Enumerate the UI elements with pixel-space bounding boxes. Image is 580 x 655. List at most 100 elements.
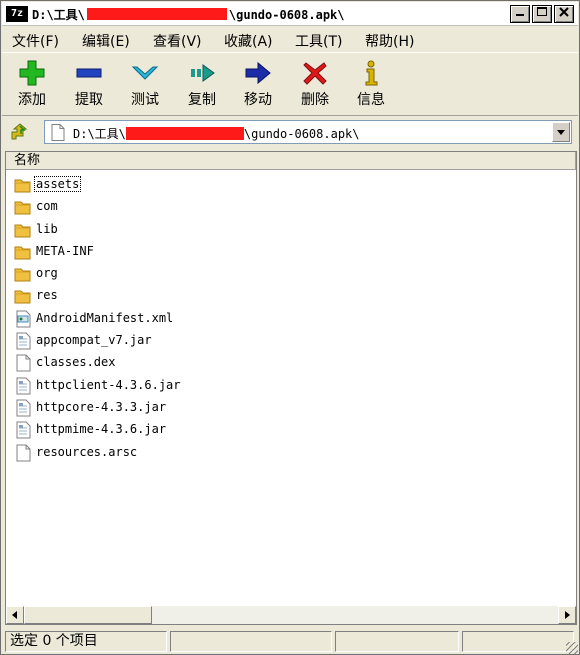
title-suffix: \gundo-0608.apk\: [228, 8, 345, 22]
title-prefix: D:\工具\: [32, 8, 85, 22]
list-item[interactable]: com: [6, 196, 576, 218]
test-button[interactable]: 测试: [120, 57, 170, 113]
delete-button[interactable]: 删除: [290, 57, 340, 113]
address-suffix: \gundo-0608.apk\: [243, 127, 360, 141]
scroll-thumb[interactable]: [24, 606, 152, 624]
status-cell-3: [335, 631, 459, 652]
list-item-name: lib: [36, 221, 58, 236]
close-icon: [559, 7, 569, 17]
menu-help[interactable]: 帮助(H): [365, 31, 414, 51]
jar-file-icon: [14, 399, 32, 420]
list-item[interactable]: org: [6, 263, 576, 285]
address-prefix: D:\工具\: [73, 127, 126, 141]
address-dropdown-button[interactable]: [552, 122, 570, 142]
list-item[interactable]: classes.dex: [6, 352, 576, 374]
folder-icon: [14, 287, 32, 308]
list-item-name: appcompat_v7.jar: [36, 333, 152, 348]
list-item[interactable]: META-INF: [6, 241, 576, 263]
redaction-bar: [86, 8, 227, 20]
jar-file-icon: [14, 377, 32, 398]
list-item-name: assets: [33, 176, 82, 192]
list-item-name: META-INF: [36, 243, 94, 258]
delete-icon: [303, 62, 327, 85]
maximize-button[interactable]: [532, 5, 552, 23]
list-item-name: httpmime-4.3.6.jar: [36, 422, 167, 437]
list-item[interactable]: lib: [6, 219, 576, 241]
status-cell-4: [462, 631, 574, 652]
list-item-name: httpclient-4.3.6.jar: [36, 377, 181, 392]
close-button[interactable]: [554, 5, 574, 23]
folder-icon: [14, 243, 32, 264]
address-field[interactable]: D:\工具\ \gundo-0608.apk\: [44, 120, 572, 144]
address-bar: D:\工具\ \gundo-0608.apk\: [2, 117, 578, 147]
menu-file[interactable]: 文件(F): [12, 31, 59, 51]
move-label: 移动: [244, 92, 272, 108]
folder-icon: [14, 221, 32, 242]
menu-edit[interactable]: 编辑(E): [82, 31, 130, 51]
status-selected: 选定 0 个项目: [5, 631, 167, 652]
extract-label: 提取: [75, 92, 103, 108]
menu-view[interactable]: 查看(V): [153, 31, 202, 51]
up-folder-button[interactable]: [10, 123, 30, 146]
list-item[interactable]: httpmime-4.3.6.jar: [6, 419, 576, 441]
list-item[interactable]: AndroidManifest.xml: [6, 308, 576, 330]
delete-label: 删除: [301, 92, 329, 108]
file-icon: [14, 444, 32, 465]
list-item-name: com: [36, 199, 58, 214]
minimize-button[interactable]: [510, 5, 530, 23]
copy-icon: [191, 64, 215, 82]
menu-tools[interactable]: 工具(T): [295, 31, 342, 51]
list-item[interactable]: resources.arsc: [6, 442, 576, 464]
menu-favorites[interactable]: 收藏(A): [224, 31, 273, 51]
xml-file-icon: [14, 310, 32, 331]
info-button[interactable]: 信息: [346, 57, 396, 113]
list-item[interactable]: res: [6, 285, 576, 307]
file-rows: assets com lib META-INF org res AndroidManifes…: [6, 174, 576, 464]
minimize-icon: [516, 14, 524, 16]
file-list: 名称 assets com lib META-INF org res AndroidMani…: [5, 151, 577, 625]
folder-icon: [14, 176, 32, 197]
list-item-name: org: [36, 266, 58, 281]
scroll-right-button[interactable]: [558, 606, 576, 624]
list-item[interactable]: httpcore-4.3.3.jar: [6, 397, 576, 419]
add-icon: [19, 60, 45, 86]
list-item-name: AndroidManifest.xml: [36, 310, 174, 325]
column-header-name[interactable]: 名称: [6, 152, 576, 170]
list-item[interactable]: httpclient-4.3.6.jar: [6, 375, 576, 397]
jar-file-icon: [14, 421, 32, 442]
extract-button[interactable]: 提取: [64, 57, 114, 113]
title-bar: 7z D:\工具\ \gundo-0608.apk\: [2, 2, 578, 26]
list-item-name: httpcore-4.3.3.jar: [36, 399, 167, 414]
list-header: 名称: [6, 152, 576, 170]
move-icon: [245, 61, 271, 85]
status-cell-2: [170, 631, 332, 652]
add-label: 添加: [18, 92, 46, 108]
copy-button[interactable]: 复制: [177, 57, 227, 113]
list-item[interactable]: appcompat_v7.jar: [6, 330, 576, 352]
document-icon: [51, 124, 65, 141]
file-icon: [14, 354, 32, 375]
jar-file-icon: [14, 332, 32, 353]
copy-label: 复制: [188, 92, 216, 108]
maximize-icon: [537, 7, 547, 16]
add-button[interactable]: 添加: [7, 57, 57, 113]
resize-grip[interactable]: [566, 642, 578, 654]
test-label: 测试: [131, 92, 159, 108]
folder-icon: [14, 198, 32, 219]
move-button[interactable]: 移动: [233, 57, 283, 113]
redaction-bar: [125, 127, 244, 140]
address-path: D:\工具\ \gundo-0608.apk\: [73, 125, 360, 142]
list-item-name: resources.arsc: [36, 444, 138, 459]
test-icon: [131, 66, 159, 80]
app-icon: 7z: [6, 6, 28, 22]
window-title: D:\工具\ \gundo-0608.apk\: [32, 6, 345, 23]
horizontal-scrollbar[interactable]: [6, 606, 576, 624]
toolbar: 添加 提取 测试 复制 移动 删除 信息: [2, 52, 578, 116]
list-item[interactable]: assets: [6, 174, 576, 196]
list-item-name: classes.dex: [36, 355, 116, 370]
list-item-name: res: [36, 288, 58, 303]
info-icon: [365, 60, 378, 86]
scroll-left-button[interactable]: [6, 606, 24, 624]
status-bar: 选定 0 个项目: [2, 629, 578, 654]
info-label: 信息: [357, 92, 385, 108]
